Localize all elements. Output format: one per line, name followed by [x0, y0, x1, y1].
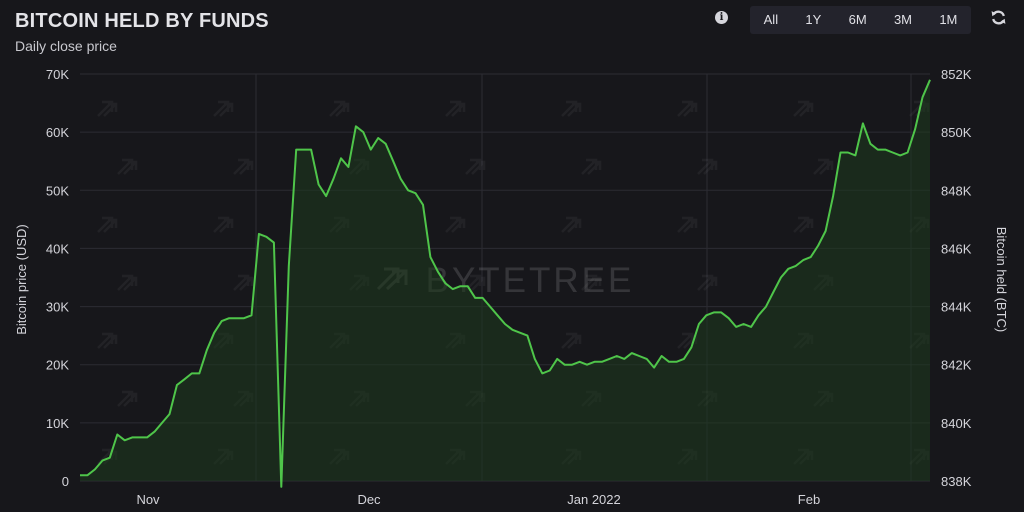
y-tick-label: 60K — [46, 125, 69, 140]
y-tick-label: 0 — [62, 474, 69, 489]
watermark-tile — [117, 390, 138, 407]
watermark-tile — [561, 332, 582, 349]
watermark-tile — [97, 332, 118, 349]
x-tick-label: Nov — [136, 492, 160, 507]
watermark-tile — [465, 158, 486, 175]
watermark-tile — [813, 158, 834, 175]
watermark-tile — [677, 216, 698, 233]
watermark-tile — [329, 100, 350, 117]
watermark-tile — [117, 158, 138, 175]
watermark-tile — [97, 100, 118, 117]
y-axis-label: Bitcoin price (USD) — [14, 224, 29, 335]
watermark-tile — [677, 100, 698, 117]
watermark-tile — [233, 274, 254, 291]
y2-tick-label: 840K — [941, 416, 972, 431]
watermark-tile — [445, 216, 466, 233]
x-tick-label: Jan 2022 — [567, 492, 621, 507]
watermark-tile — [561, 100, 582, 117]
y-tick-label: 20K — [46, 358, 69, 373]
y-tick-label: 50K — [46, 183, 69, 198]
y-tick-label: 10K — [46, 416, 69, 431]
x-tick-label: Dec — [357, 492, 381, 507]
y2-tick-label: 844K — [941, 300, 972, 315]
y2-tick-label: 852K — [941, 67, 972, 82]
y2-tick-label: 842K — [941, 358, 972, 373]
watermark-tile — [793, 216, 814, 233]
y2-axis-label: Bitcoin held (BTC) — [994, 227, 1009, 332]
y2-tick-label: 838K — [941, 474, 972, 489]
watermark-tile — [793, 100, 814, 117]
y-tick-label: 70K — [46, 67, 69, 82]
watermark-tile — [581, 158, 602, 175]
watermark-tile — [213, 100, 234, 117]
watermark-tile — [213, 216, 234, 233]
x-tick-label: Feb — [798, 492, 820, 507]
y2-tick-label: 846K — [941, 241, 972, 256]
y2-tick-label: 848K — [941, 183, 972, 198]
watermark-tile — [117, 274, 138, 291]
y2-tick-label: 850K — [941, 125, 972, 140]
watermark-tile — [97, 216, 118, 233]
watermark-tile — [445, 100, 466, 117]
watermark-tile — [233, 158, 254, 175]
watermark-tile — [561, 216, 582, 233]
y-tick-label: 30K — [46, 300, 69, 315]
y-tick-label: 40K — [46, 241, 69, 256]
price-holdings-chart: BYTETREE 010K20K30K40K50K60K70K838K840K8… — [14, 67, 1009, 507]
